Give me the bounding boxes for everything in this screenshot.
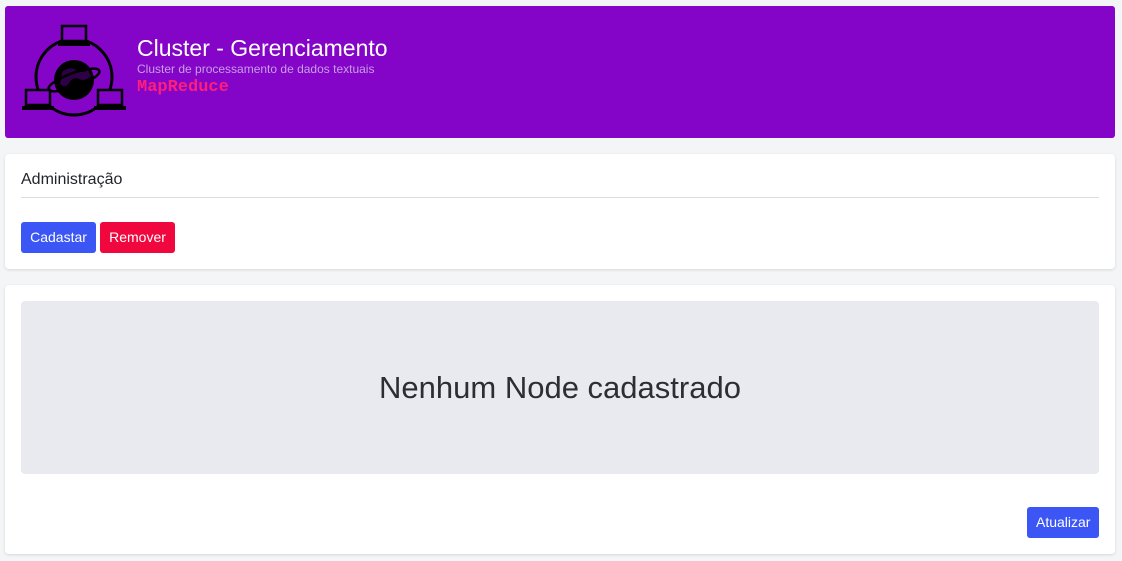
divider [21, 197, 1099, 198]
page-title: Cluster - Gerenciamento [137, 35, 388, 61]
header-title-block: Cluster - Gerenciamento Cluster de proce… [137, 34, 388, 99]
nodes-card: Nenhum Node cadastrado Atualizar [5, 285, 1115, 554]
network-globe-icon [22, 24, 126, 117]
cadastrar-button[interactable]: Cadastar [21, 222, 96, 253]
empty-state-message: Nenhum Node cadastrado [379, 369, 741, 405]
admin-card: Administração Cadastar Remover [5, 154, 1115, 269]
remover-button[interactable]: Remover [100, 222, 175, 253]
app-header: Cluster - Gerenciamento Cluster de proce… [5, 6, 1115, 138]
page-subtitle: Cluster de processamento de dados textua… [137, 62, 375, 76]
atualizar-button[interactable]: Atualizar [1027, 507, 1099, 538]
admin-title: Administração [21, 171, 123, 188]
mapreduce-label: MapReduce [137, 78, 229, 97]
empty-state-panel: Nenhum Node cadastrado [21, 301, 1099, 474]
